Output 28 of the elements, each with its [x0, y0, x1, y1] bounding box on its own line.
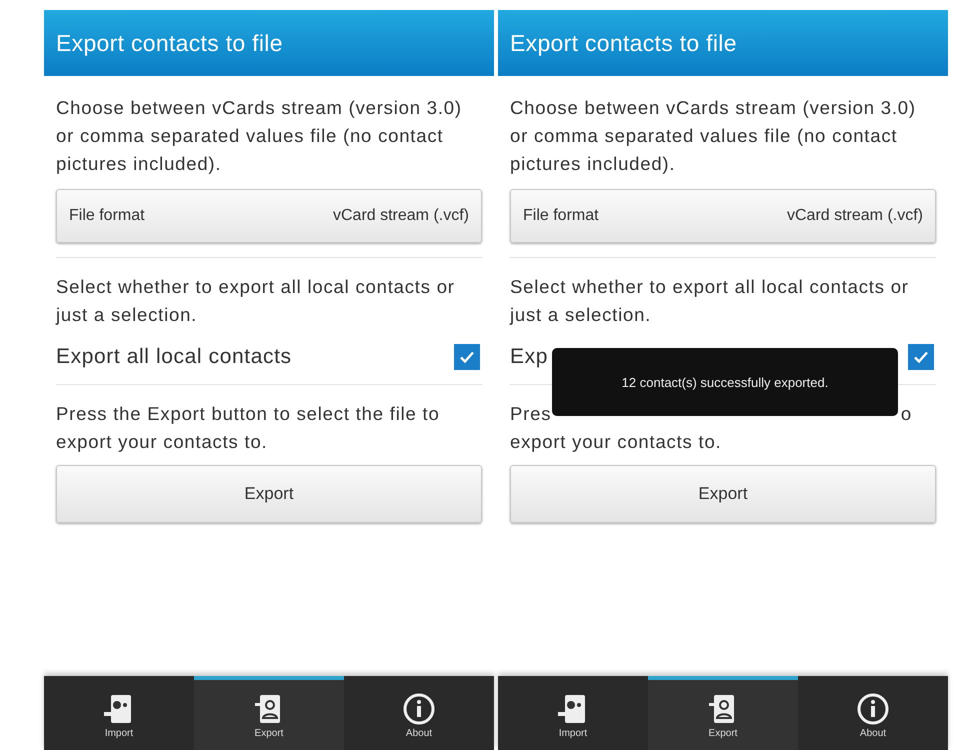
instruction-text: Pres — [510, 402, 552, 426]
selection-text: Select whether to export all local contacts or just a selection. — [510, 275, 910, 327]
tab[interactable]: About — [344, 676, 494, 750]
tab[interactable]: Import — [498, 676, 648, 750]
description-text: Choose between vCards stream (version 3.0) or comma separated values file (no contact pictures included). — [56, 96, 463, 176]
instruction-text: o — [900, 402, 912, 426]
file-format-dropdown[interactable]: File format vCard stream (.vcf) — [510, 189, 936, 243]
checkbox-label: Exp — [510, 345, 548, 369]
screen-title: Export contacts to file — [56, 30, 283, 56]
tab[interactable]: Export — [648, 676, 798, 750]
instruction-text: Press the Export button to select the file to — [56, 402, 440, 426]
checkbox-label: Export all local contacts — [56, 345, 292, 369]
export-button[interactable]: Export — [510, 465, 936, 523]
info-icon — [856, 692, 890, 726]
tab[interactable]: Export — [194, 676, 344, 750]
toast-message: 12 contact(s) successfully exported. — [552, 348, 898, 416]
screen-title: Export contacts to file — [510, 30, 737, 56]
selection-text: Select whether to export all local contacts or just a selection. — [56, 275, 456, 327]
checkbox[interactable] — [908, 344, 934, 370]
export-button[interactable]: Export — [56, 465, 482, 523]
instruction-text: export your contacts to. — [510, 430, 722, 454]
tab[interactable]: About — [798, 676, 948, 750]
info-icon — [402, 692, 436, 726]
instruction-text: export your contacts to. — [56, 430, 268, 454]
description-text: Choose between vCards stream (version 3.0) or comma separated values file (no contact pictures included). — [510, 96, 917, 176]
file-format-dropdown[interactable]: File format vCard stream (.vcf) — [56, 189, 482, 243]
tab[interactable]: Import — [44, 676, 194, 750]
checkbox[interactable] — [454, 344, 480, 370]
